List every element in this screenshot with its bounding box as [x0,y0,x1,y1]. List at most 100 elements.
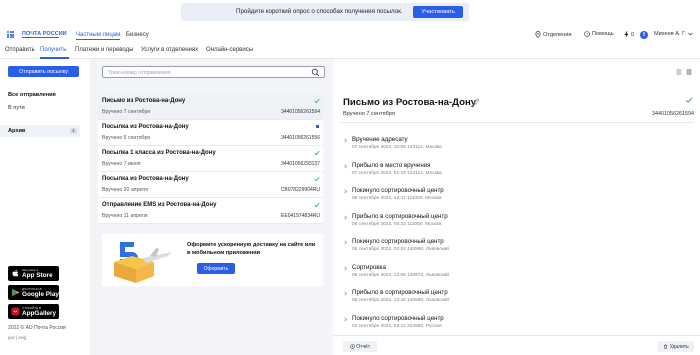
delete-label: Удалить [669,343,689,350]
detail-track-number: 34401056261594 [652,111,694,117]
offices-link[interactable]: Отделения [535,31,572,38]
help-link[interactable]: ? Помощь [584,31,614,37]
tab-send[interactable]: Отправить [5,47,35,53]
express-delivery-promo: Оформите ускоренную доставку на сайте ил… [102,234,323,286]
shipment-list: Письмо из Ростова-на-Дону Вручено 7 сент… [98,94,323,224]
notifications-count: 0 [631,31,635,38]
notifications-button[interactable]: 0 [624,31,634,38]
event-title: Вручение адресату [352,136,408,143]
shipment-title: Отправление EMS из Ростова-на-Дону [102,202,217,208]
edit-pencil-icon[interactable] [472,98,480,106]
event-date: 04 сентября 2022, 03:12 344960, Россия [352,323,442,329]
survey-banner: Пройдите короткий опрос о способах получ… [0,0,700,24]
google-play-label: Google Play [22,291,59,298]
tracking-event: Прибыло в сортировочный центр 06 сентябр… [343,212,583,238]
participate-button[interactable]: Участвовать [413,6,463,18]
shipment-title: Посылка из Ростова-на-Дону [102,124,189,130]
shipment-date: Вручено 20 апреля [102,187,148,193]
order-express-button[interactable]: Оформить [197,263,235,274]
help-label: Помощь [592,31,614,37]
tab-payments[interactable]: Платежи и переводы [75,47,133,53]
google-play-icon [12,288,20,297]
tracking-event: Сортировка 05 сентября 2022, 12:56 14097… [343,263,583,289]
trash-icon [664,344,668,349]
apps-grid-icon[interactable] [7,31,14,38]
send-parcel-button[interactable]: Отправить посылку [8,66,79,77]
event-title: Прибыло в сортировочный центр [352,212,448,220]
shipment-item[interactable]: Посылка 1 класса из Ростова-на-Дону Вруч… [98,146,323,172]
tab-receive[interactable]: Получить [40,47,66,53]
event-date: 06 сентября 2022, 12:47 111050, Москва [352,196,442,201]
nav-private-persons[interactable]: Частным лицам [76,32,120,38]
shipment-item[interactable]: Посылка из Ростова-на-Дону Вручено 20 ап… [98,172,323,198]
shipment-item[interactable]: Отправление EMS из Ростова-на-Дону Вруче… [98,198,323,224]
user-menu[interactable]: Михеев А. Г. [654,31,693,37]
track-number-input[interactable] [108,68,308,77]
report-label: Отчёт [356,343,371,350]
detail-title: Письмо из Ростова-на-Дону [343,97,477,108]
sidebar-item-archive[interactable]: Архив 1 [0,125,80,137]
messages-badge: 5 [640,31,648,39]
event-date: 05 сентября 2022, 12:56 140974, Львовски… [352,272,449,278]
left-sidebar: Отправить посылку Все отправления В пути… [0,59,90,355]
list-view-icon[interactable] [686,69,692,75]
event-date: 06 сентября 2022, 02:52 140960, Львовски… [352,247,449,252]
user-name: Михеев А. Г. [654,31,687,37]
chevron-right-icon [344,189,347,194]
shipment-item[interactable]: Письмо из Ростова-на-Дону Вручено 7 сент… [98,94,323,120]
archive-count-badge: 1 [70,128,77,134]
top-header: ПОЧТА РОССИИ Частным лицам Бизнесу Отдел… [0,24,700,44]
app-store-label: App Store [22,272,53,279]
search-box [102,66,325,78]
huawei-icon [11,307,20,316]
tracking-event: Покинуло сортировочный центр 06 сентября… [343,237,583,263]
tab-online-services[interactable]: Онлайн-сервисы [206,47,253,53]
chevron-right-icon [344,164,347,168]
shipment-date: Вручено 6 сентября [102,135,151,141]
app-gallery-badge[interactable]: ОТКРОЙТЕ В AppGallery [8,304,59,319]
view-toggle [676,69,692,75]
report-icon [350,343,355,349]
delivered-check-icon [685,97,693,103]
search-icon[interactable] [311,68,320,77]
shipment-title: Посылка 1 класса из Ростова-на-Дону [102,150,216,156]
delivered-check-icon [314,99,320,104]
shipment-item[interactable]: Посылка из Ростова-на-Дону Вручено 6 сен… [98,120,323,146]
detail-footer: Отчёт Удалить [333,335,700,355]
copyright: 2022 © АО Почта России [8,325,66,331]
unread-dot-icon [316,125,319,128]
tracking-event: Покинуло сортировочный центр 06 сентября… [343,186,583,212]
shipment-date: Вручено 7 июля [102,161,141,167]
sidebar-item-in-transit[interactable]: В пути [8,105,25,111]
event-date: 07 сентября 2022, 01:19 123112, Москва [352,170,442,176]
language-links[interactable]: pur | eng [8,335,26,340]
google-play-badge[interactable]: ДОСТУПНО В Google Play [8,285,59,300]
report-button[interactable]: Отчёт [343,341,377,352]
promo-text: Оформите ускоренную доставку на сайте ил… [187,242,316,256]
event-title: Покинуло сортировочный центр [352,187,444,194]
tab-office-services[interactable]: Услуги в отделениях [141,47,198,53]
shipment-date: Вручено 7 сентября [102,109,151,115]
lightning-icon [624,31,629,38]
main-tabs: Отправить Получить Платежи и переводы Ус… [0,44,700,59]
tracking-event: Вручение адресату 07 сентября 2022, 10:5… [343,135,583,161]
event-title: Покинуло сортировочный центр [352,238,444,245]
columns-view-icon[interactable] [676,69,682,75]
messages-badge-wrap[interactable]: 5 [640,31,648,39]
tracking-event: Прибыло в место вручения 07 сентября 202… [343,161,583,187]
detail-status: Вручено 7 сентября [343,111,395,117]
event-date: 07 сентября 2022, 10:59 123112, Москва [352,145,442,150]
app-gallery-label: AppGallery [22,310,57,317]
sidebar-item-all-shipments[interactable]: Все отправления [8,92,56,98]
nav-business[interactable]: Бизнесу [126,32,149,38]
delete-button[interactable]: Удалить [658,341,694,352]
divider [339,122,694,123]
survey-box: Пройдите короткий опрос о способах получ… [181,3,469,21]
shipment-number: 34401056261556 [281,135,320,141]
shipment-date: Вручено 11 апреля [102,213,148,219]
event-title: Прибыло в сортировочный центр [352,289,448,296]
archive-label: Архив [8,128,26,134]
shipments-panel: Письмо из Ростова-на-Дону Вручено 7 сент… [90,59,333,355]
event-title: Сортировка [352,263,386,271]
app-store-badge[interactable]: Загрузите в App Store [8,266,59,281]
